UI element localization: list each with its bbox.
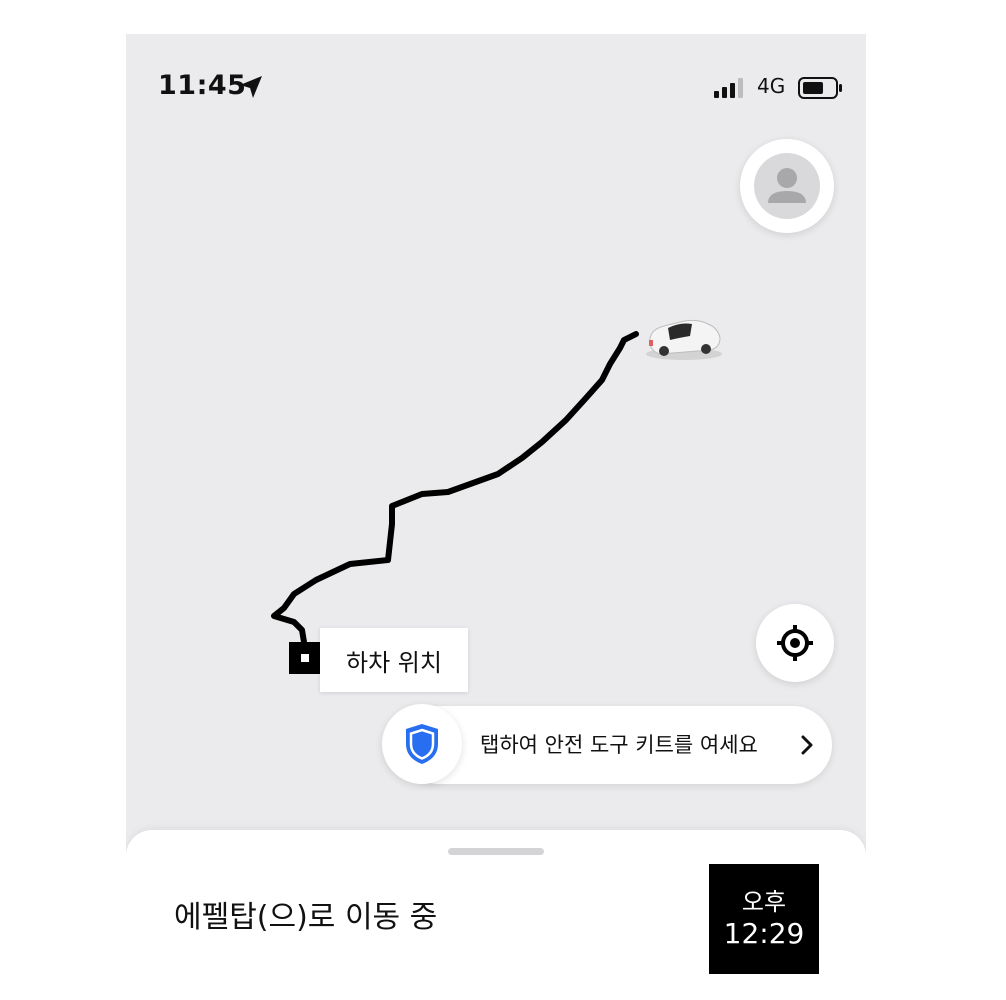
safety-shield-button[interactable] <box>382 704 462 784</box>
signal-icon <box>714 78 743 98</box>
network-type: 4G <box>757 74 786 98</box>
shield-icon <box>406 724 438 764</box>
dropoff-label[interactable]: 하차 위치 <box>320 628 468 692</box>
status-time: 11:45 <box>158 70 247 101</box>
eta-badge: 오후 12:29 <box>709 864 819 974</box>
avatar <box>754 153 820 219</box>
car-icon <box>646 319 722 360</box>
trip-status-text: 에펠탑(으)로 이동 중 <box>174 900 438 935</box>
battery-icon <box>798 77 842 99</box>
chevron-right-icon <box>801 735 813 755</box>
status-bar: 11:45 4G <box>126 34 866 134</box>
eta-time: 12:29 <box>723 917 805 950</box>
location-arrow-icon <box>240 76 262 98</box>
route-line <box>271 331 639 645</box>
safety-toolkit-button[interactable]: 탭하여 안전 도구 키트를 여세요 <box>400 706 832 784</box>
profile-icon <box>768 168 806 203</box>
sheet-handle[interactable] <box>448 848 544 855</box>
recenter-icon <box>777 625 813 661</box>
recenter-button[interactable] <box>756 604 834 682</box>
eta-period: 오후 <box>741 888 787 916</box>
phone-screen: 11:45 4G 하차 위치 탭하여 안전 도구 키트를 여세요 에펠탑(으)로… <box>126 34 866 1000</box>
safety-toolkit-label: 탭하여 안전 도구 키트를 여세요 <box>480 733 758 757</box>
trip-bottom-sheet[interactable]: 에펠탑(으)로 이동 중 오후 12:29 <box>126 830 866 1000</box>
profile-button[interactable] <box>740 139 834 233</box>
dropoff-marker <box>289 642 321 674</box>
